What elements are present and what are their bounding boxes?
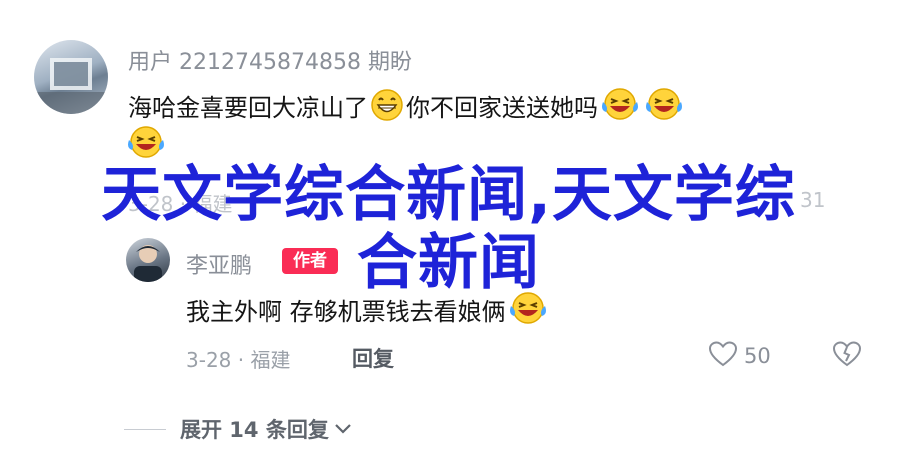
dislike-button[interactable] xyxy=(832,340,862,372)
comment-text-part2: 你不回家送送她吗 xyxy=(406,94,598,122)
laughing-tears-emoji-icon xyxy=(126,124,166,164)
overlay-title-line1: 天文学综合新闻,天文学综 xyxy=(101,160,796,230)
like-count: 50 xyxy=(744,344,771,368)
expand-replies-button[interactable]: 展开 14 条回复 xyxy=(124,414,353,444)
grin-emoji-icon xyxy=(370,88,404,128)
chevron-down-icon xyxy=(333,420,353,439)
laughing-tears-emoji-icon xyxy=(600,86,640,128)
comment-text: 海哈金喜要回大凉山了 你不回家送送她吗 xyxy=(128,86,686,128)
heart-icon xyxy=(708,340,738,372)
overlay-title-line2: 合新闻 xyxy=(357,228,540,298)
avatar[interactable] xyxy=(34,40,108,114)
overlay-title: 天文学综合新闻,天文学综 合新闻 xyxy=(0,160,897,298)
reply-text-body: 我主外啊 存够机票钱去看娘俩 xyxy=(186,298,506,326)
comment-username[interactable]: 用户 2212745874858 期盼 xyxy=(128,44,412,76)
laughing-tears-emoji-icon xyxy=(644,86,684,128)
comment-text-part1: 海哈金喜要回大凉山了 xyxy=(128,94,368,122)
reply-date-location: 3-28 · 福建 xyxy=(186,348,291,372)
broken-heart-icon xyxy=(832,341,862,367)
expand-divider xyxy=(124,428,166,430)
expand-replies-label: 展开 14 条回复 xyxy=(180,418,329,442)
reply-button[interactable]: 回复 xyxy=(352,343,394,373)
like-button[interactable]: 50 xyxy=(708,340,771,372)
